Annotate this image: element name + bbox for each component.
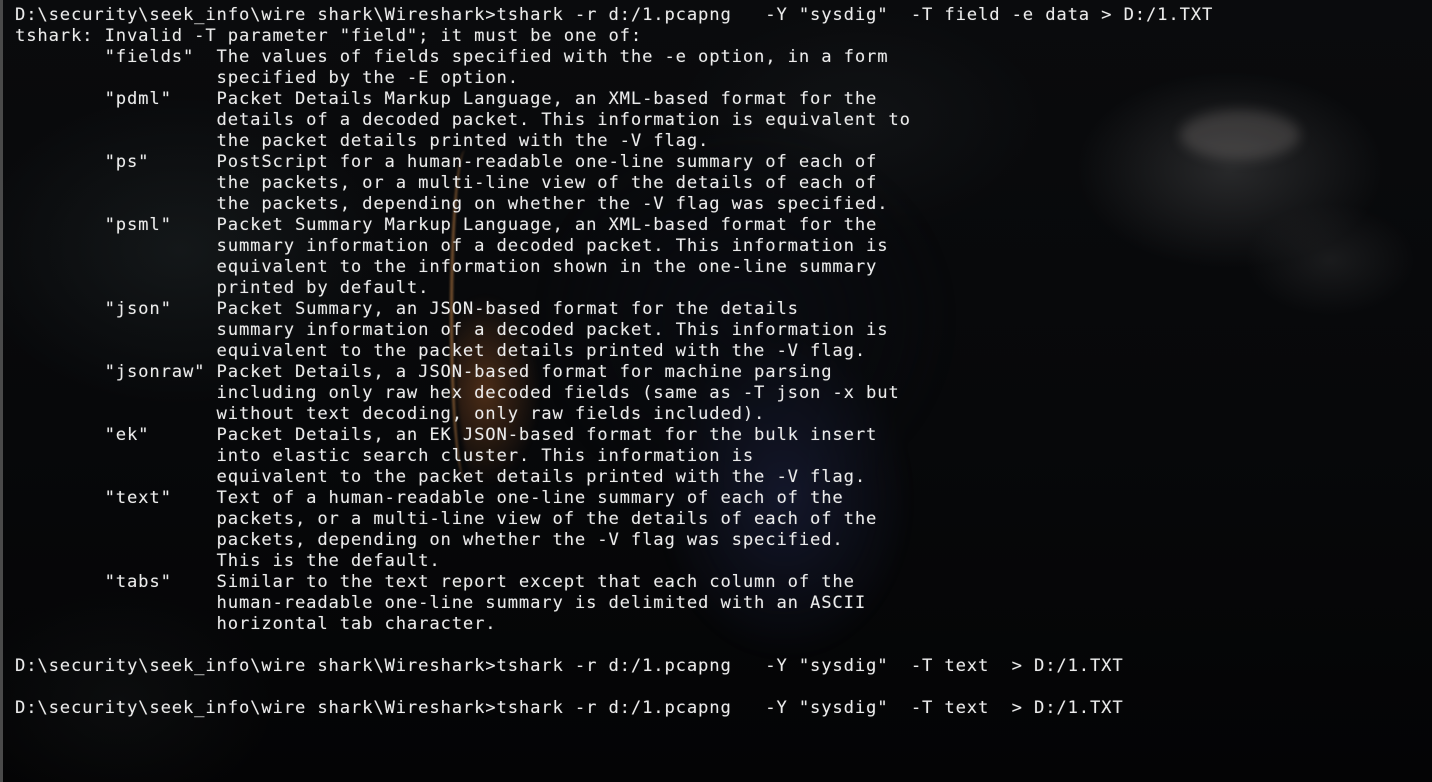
terminal-line: into elastic search cluster. This inform… (15, 446, 755, 466)
terminal-line: tshark: Invalid -T parameter "field"; it… (15, 26, 643, 46)
terminal-line: "jsonraw" Packet Details, a JSON-based f… (15, 362, 833, 382)
terminal-line: "ek" Packet Details, an EK JSON-based fo… (15, 425, 878, 445)
terminal-line: the packet details printed with the -V f… (15, 131, 710, 151)
terminal-line: summary information of a decoded packet.… (15, 236, 889, 256)
terminal-line: the packets, depending on whether the -V… (15, 194, 889, 214)
terminal-line: equivalent to the information shown in t… (15, 257, 878, 277)
terminal-line: "ps" PostScript for a human-readable one… (15, 152, 878, 172)
terminal-line: human-readable one-line summary is delim… (15, 593, 867, 613)
terminal-line: horizontal tab character. (15, 614, 497, 634)
terminal-line: equivalent to the packet details printed… (15, 341, 867, 361)
terminal-line: including only raw hex decoded fields (s… (15, 383, 900, 403)
terminal-line: specified by the -E option. (15, 68, 519, 88)
terminal-line: printed by default. (15, 278, 430, 298)
terminal-command-line: D:\security\seek_info\wire shark\Wiresha… (15, 698, 1124, 718)
terminal-line: summary information of a decoded packet.… (15, 320, 889, 340)
terminal-output[interactable]: D:\security\seek_info\wire shark\Wiresha… (15, 5, 1213, 719)
terminal-line: the packets, or a multi-line view of the… (15, 173, 878, 193)
terminal-line: "psml" Packet Summary Markup Language, a… (15, 215, 878, 235)
terminal-line: D:\security\seek_info\wire shark\Wiresha… (15, 5, 1214, 25)
terminal-window[interactable]: D:\security\seek_info\wire shark\Wiresha… (0, 0, 1432, 782)
terminal-line: "pdml" Packet Details Markup Language, a… (15, 89, 878, 109)
terminal-command-line: D:\security\seek_info\wire shark\Wiresha… (15, 656, 1124, 676)
terminal-line: equivalent to the packet details printed… (15, 467, 867, 487)
window-left-border (0, 0, 3, 782)
terminal-line: "text" Text of a human-readable one-line… (15, 488, 844, 508)
terminal-line: details of a decoded packet. This inform… (15, 110, 911, 130)
terminal-line: "tabs" Similar to the text report except… (15, 572, 855, 592)
terminal-line: packets, depending on whether the -V fla… (15, 530, 844, 550)
terminal-line: without text decoding, only raw fields i… (15, 404, 766, 424)
terminal-line: "json" Packet Summary, an JSON-based for… (15, 299, 799, 319)
terminal-line: "fields" The values of fields specified … (15, 47, 889, 67)
terminal-line: This is the default. (15, 551, 441, 571)
terminal-line: packets, or a multi-line view of the det… (15, 509, 878, 529)
